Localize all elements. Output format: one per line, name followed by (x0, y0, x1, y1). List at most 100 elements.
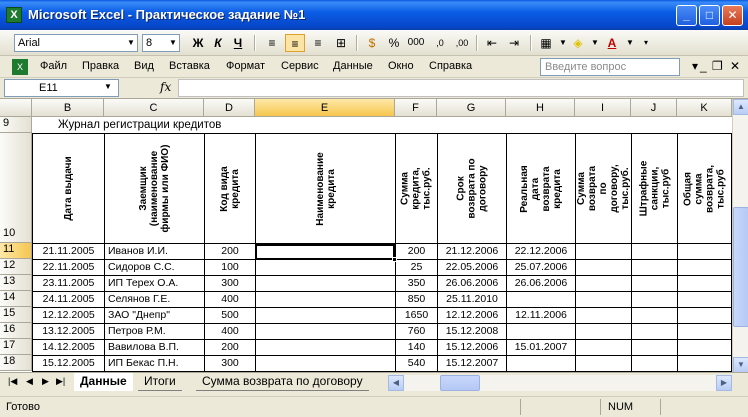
header-cell[interactable]: Сумма кредита, тыс.руб. (396, 134, 437, 243)
cell-code[interactable]: 300 (205, 276, 255, 290)
cell-amount[interactable]: 1650 (396, 308, 437, 322)
font-color-icon[interactable]: A (602, 34, 622, 52)
cell-code[interactable]: 200 (205, 340, 255, 354)
mdi-close-icon[interactable]: ✕ (730, 59, 740, 73)
maximize-button[interactable]: □ (699, 5, 720, 26)
cell-due[interactable]: 15.12.2006 (438, 340, 506, 354)
first-sheet-icon[interactable]: |◀ (8, 376, 17, 387)
cell-due[interactable]: 25.11.2010 (438, 292, 506, 306)
column-header-h[interactable]: H (506, 99, 575, 117)
cell-code[interactable]: 300 (205, 356, 255, 370)
column-header-j[interactable]: J (631, 99, 677, 117)
scroll-left-icon[interactable]: ◀ (388, 375, 404, 391)
cell-code[interactable]: 100 (205, 260, 255, 274)
cell-due[interactable]: 21.12.2006 (438, 244, 506, 258)
fill-handle[interactable] (392, 257, 397, 262)
header-cell[interactable]: Штрафные санкции, тыс.руб (632, 134, 677, 243)
increase-decimal-icon[interactable]: ,0 (430, 34, 450, 52)
sheet-title[interactable]: Журнал регистрации кредитов (58, 118, 221, 132)
currency-icon[interactable]: $ (362, 34, 382, 52)
header-cell[interactable]: Реальная дата возврата кредита (507, 134, 575, 243)
menu-data[interactable]: Данные (333, 60, 373, 72)
menu-window[interactable]: Окно (388, 60, 414, 72)
cell-code[interactable]: 400 (205, 292, 255, 306)
cell-amount[interactable]: 200 (396, 244, 437, 258)
last-sheet-icon[interactable]: ▶| (56, 376, 65, 387)
cell-real[interactable]: 26.06.2006 (507, 276, 575, 290)
header-cell[interactable]: Общая сумма возврата, тыс.руб (678, 134, 731, 243)
header-cell[interactable]: Сумма возврата по договору, тыс.руб. (576, 134, 631, 243)
row-header[interactable]: 10 (0, 133, 32, 243)
cell-amount[interactable]: 540 (396, 356, 437, 370)
menu-help[interactable]: Справка (429, 60, 472, 72)
row-header[interactable]: 9 (0, 117, 32, 133)
column-header-g[interactable]: G (437, 99, 506, 117)
next-sheet-icon[interactable]: ▶ (42, 376, 49, 387)
cell-borrower[interactable]: Вавилова В.П. (108, 340, 204, 354)
name-box[interactable]: E11 (4, 79, 119, 97)
decrease-decimal-icon[interactable]: ,00 (452, 34, 472, 52)
toolbar-options-icon[interactable]: ▾ (636, 34, 656, 52)
sheet-tab-contract-sum[interactable]: Сумма возврата по договору (196, 373, 369, 391)
cell-real[interactable]: 12.11.2006 (507, 308, 575, 322)
cell-borrower[interactable]: ИП Терех О.А. (108, 276, 204, 290)
menu-view[interactable]: Вид (134, 60, 154, 72)
active-cell-e11[interactable] (255, 244, 395, 260)
menu-file[interactable]: Файл (40, 60, 67, 72)
row-header[interactable]: 15 (0, 307, 32, 323)
header-cell[interactable]: Код вида кредита (205, 134, 255, 243)
menu-insert[interactable]: Вставка (169, 60, 210, 72)
header-cell[interactable]: Срок возврата по договору (438, 134, 506, 243)
cell-amount[interactable]: 350 (396, 276, 437, 290)
close-button[interactable]: ✕ (722, 5, 743, 26)
horizontal-scroll-thumb[interactable] (440, 375, 480, 391)
minimize-button[interactable]: _ (676, 5, 697, 26)
scroll-up-icon[interactable]: ▲ (733, 99, 748, 115)
column-header-k[interactable]: K (677, 99, 732, 117)
cell-due[interactable]: 15.12.2007 (438, 356, 506, 370)
menu-tools[interactable]: Сервис (281, 60, 319, 72)
cell-borrower[interactable]: ЗАО "Днепр" (108, 308, 204, 322)
cell-code[interactable]: 200 (205, 244, 255, 258)
select-all-corner[interactable] (0, 99, 32, 117)
formula-input[interactable] (178, 79, 744, 97)
row-header[interactable]: 12 (0, 259, 32, 275)
bold-button[interactable]: Ж (188, 34, 208, 52)
cell-date[interactable]: 12.12.2005 (33, 308, 104, 322)
cell-amount[interactable]: 140 (396, 340, 437, 354)
font-name-combo[interactable]: Arial ▼ (14, 34, 138, 52)
row-header[interactable]: 14 (0, 291, 32, 307)
menu-edit[interactable]: Правка (82, 60, 119, 72)
help-search-input[interactable]: Введите вопрос (540, 58, 680, 76)
horizontal-scrollbar[interactable]: ◀ ▶ (388, 375, 732, 391)
vertical-scroll-thumb[interactable] (733, 207, 748, 327)
cell-real[interactable]: 25.07.2006 (507, 260, 575, 274)
cell-date[interactable]: 23.11.2005 (33, 276, 104, 290)
header-cell[interactable]: Дата выдачи (33, 134, 104, 243)
row-header[interactable]: 16 (0, 323, 32, 339)
cell-borrower[interactable]: Петров Р.М. (108, 324, 204, 338)
mdi-restore-icon[interactable]: ❐ (712, 59, 723, 73)
worksheet-grid[interactable]: B C D E F G H I J K 9 10 11 12 13 14 15 … (0, 98, 748, 373)
column-header-b[interactable]: B (32, 99, 104, 117)
cell-borrower[interactable]: ИП Бекас П.Н. (108, 356, 204, 370)
cell-due[interactable]: 22.05.2006 (438, 260, 506, 274)
cell-date[interactable]: 14.12.2005 (33, 340, 104, 354)
cell-real[interactable]: 15.01.2007 (507, 340, 575, 354)
cell-code[interactable]: 500 (205, 308, 255, 322)
chevron-down-icon[interactable]: ▼ (125, 35, 137, 51)
vertical-scrollbar[interactable]: ▲ ▼ (732, 99, 748, 373)
cell-code[interactable]: 400 (205, 324, 255, 338)
column-header-c[interactable]: C (104, 99, 204, 117)
cell-date[interactable]: 21.11.2005 (33, 244, 104, 258)
excel-app-icon[interactable]: X (6, 7, 22, 23)
merge-center-icon[interactable]: ⊞ (331, 34, 351, 52)
font-size-combo[interactable]: 8 ▼ (142, 34, 180, 52)
column-header-i[interactable]: I (575, 99, 631, 117)
workbook-icon[interactable]: X (12, 59, 28, 75)
sheet-tab-totals[interactable]: Итоги (138, 373, 182, 391)
row-header[interactable]: 11 (0, 243, 32, 259)
cell-date[interactable]: 24.11.2005 (33, 292, 104, 306)
increase-indent-icon[interactable]: ⇥ (504, 34, 524, 52)
cell-amount[interactable]: 760 (396, 324, 437, 338)
